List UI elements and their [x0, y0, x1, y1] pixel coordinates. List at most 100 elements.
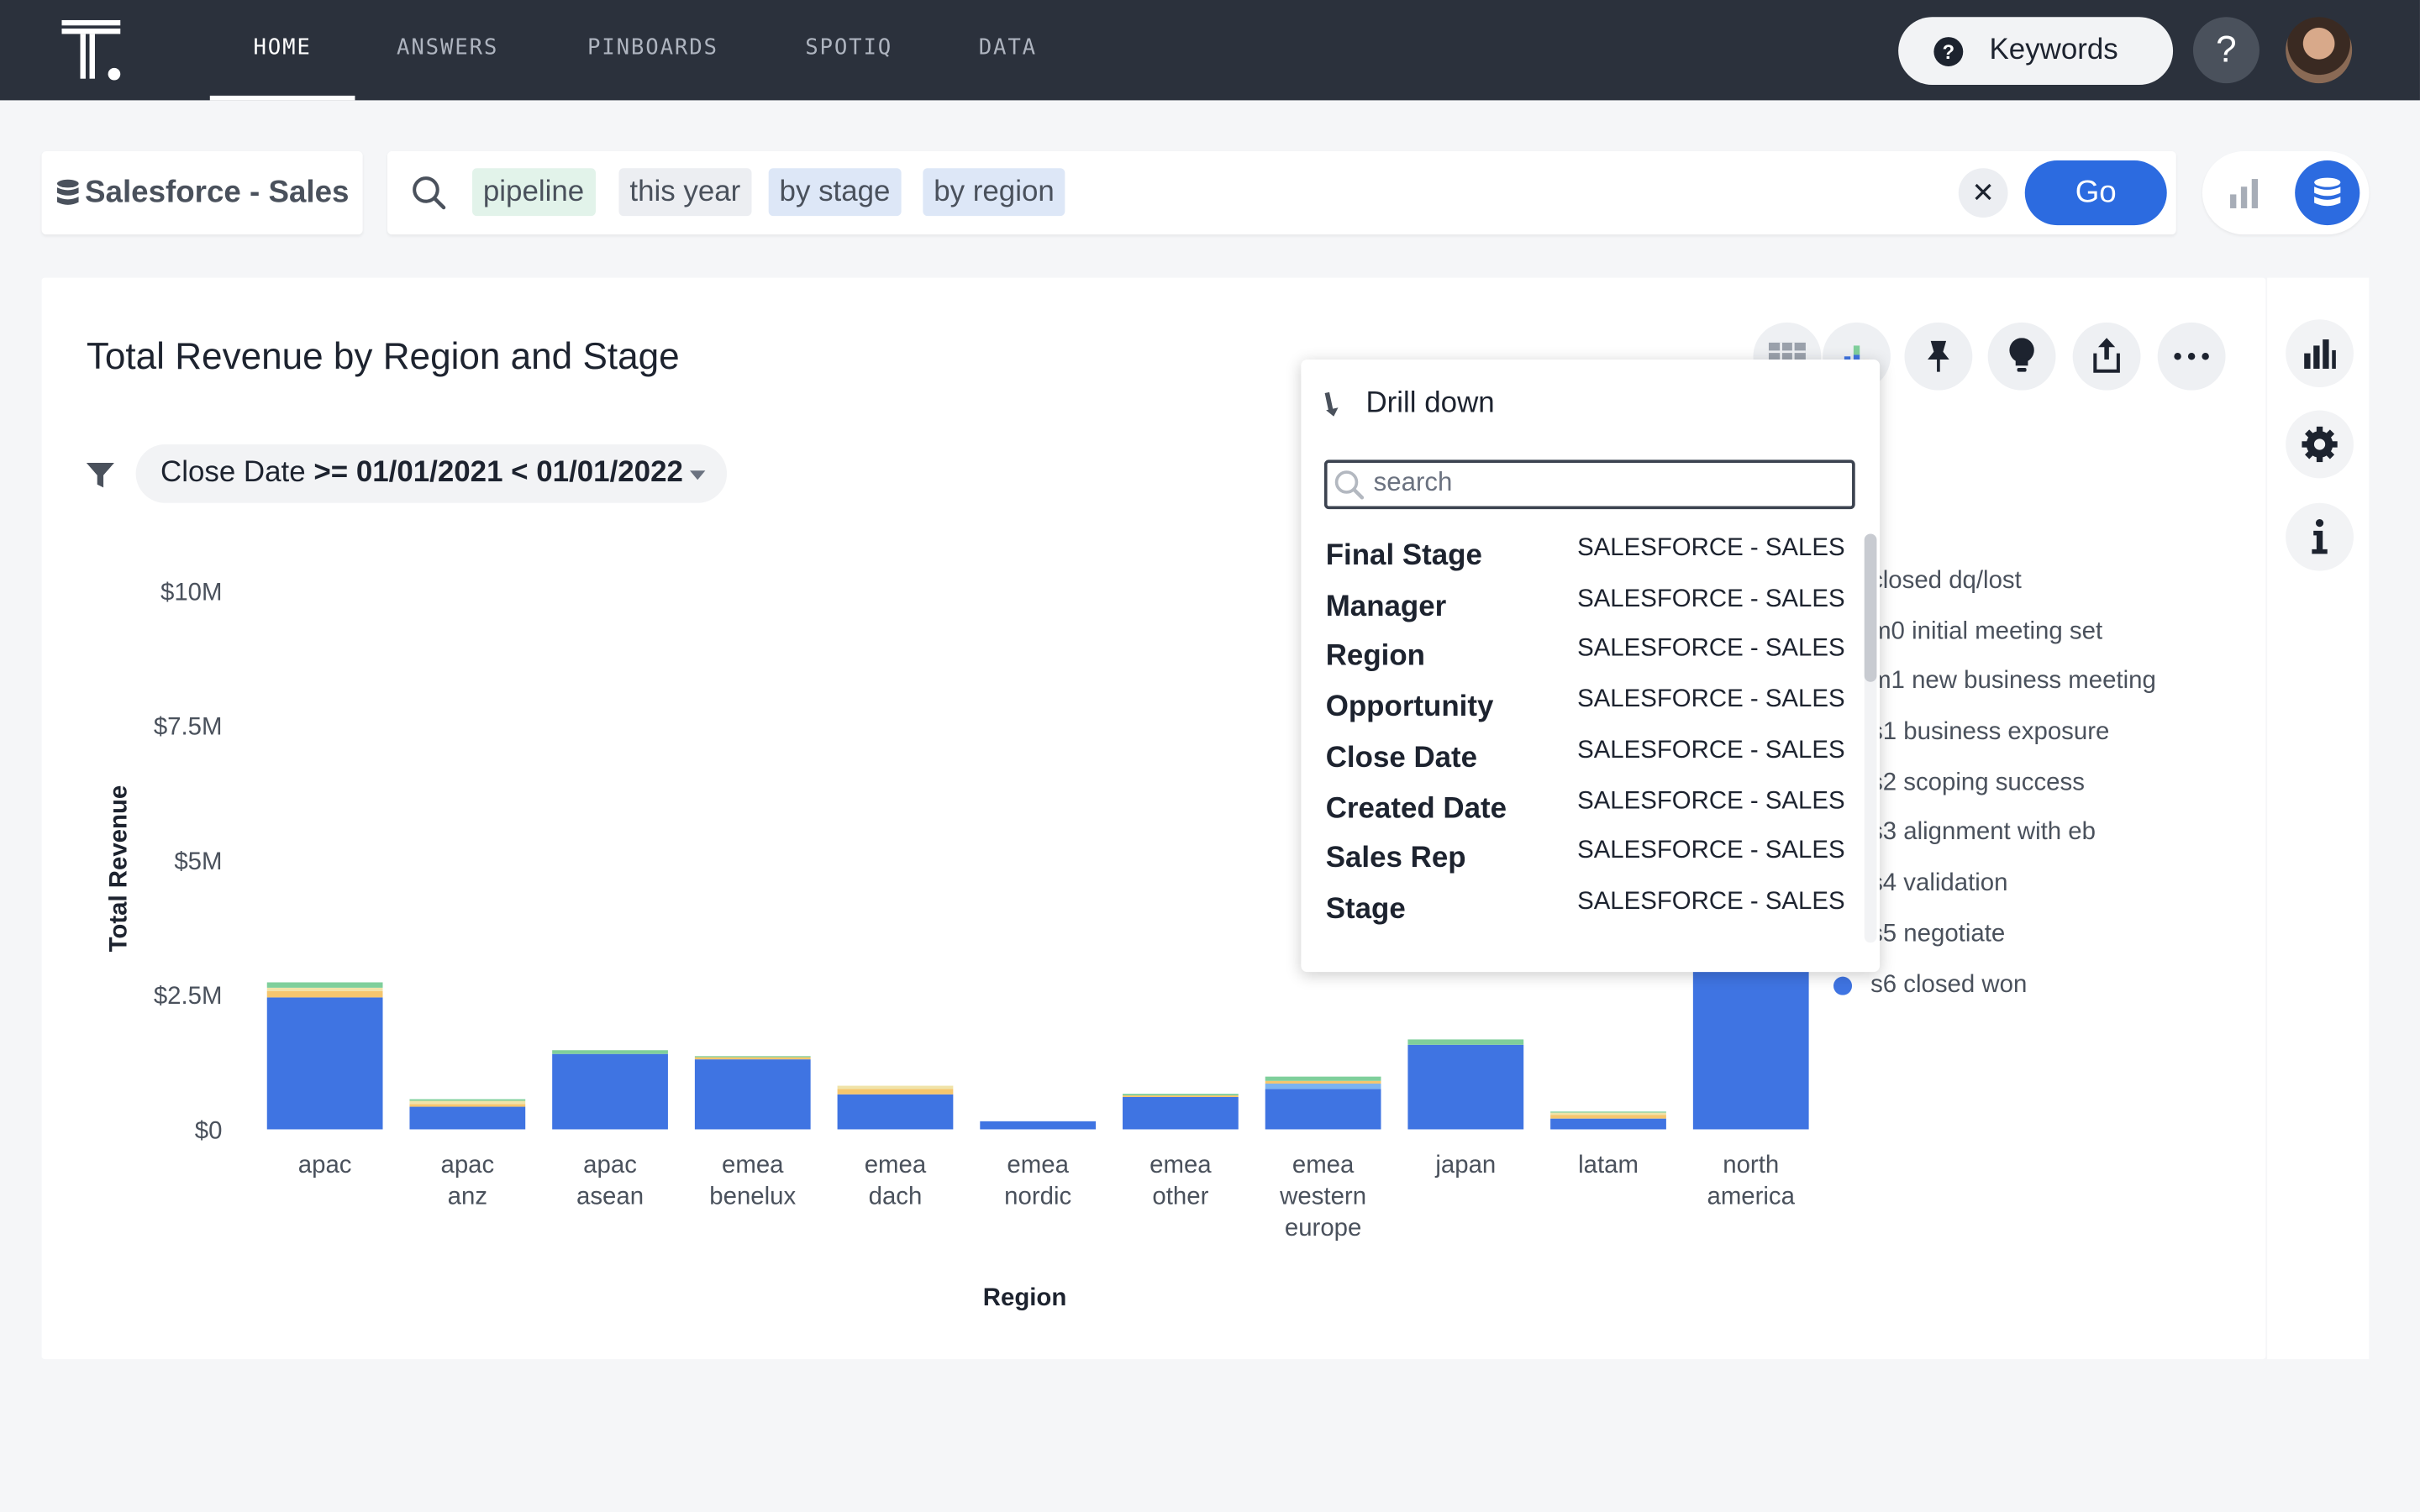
thoughtspot-logo[interactable] [61, 19, 123, 81]
x-tick-label: america [1707, 1183, 1795, 1210]
drill-down-item-source: SALESFORCE - SALES [1577, 636, 1845, 663]
bar-segment [1407, 1039, 1524, 1045]
bar-segment [1550, 1115, 1666, 1119]
drill-down-item-source: SALESFORCE - SALES [1577, 888, 1845, 915]
nav-home[interactable]: HOME [209, 0, 355, 101]
y-tick-label: $0 [195, 1116, 223, 1144]
chart-config-button[interactable] [2286, 319, 2354, 388]
y-tick-label: $10M [160, 578, 222, 606]
drill-down-item-source: SALESFORCE - SALES [1577, 737, 1845, 764]
bar-segment [1265, 1089, 1381, 1130]
legend-label: closed dq/lost [1870, 567, 2022, 595]
bar-segment [409, 1104, 526, 1107]
nav-data[interactable]: DATA [957, 0, 1059, 100]
bar-segment [1123, 1094, 1239, 1096]
nav-spotiq[interactable]: SPOTIQ [784, 0, 913, 100]
drill-down-search-input[interactable] [1373, 467, 1837, 499]
x-tick-label: western [1279, 1183, 1366, 1210]
pin-button[interactable] [1904, 322, 1973, 391]
ellipsis-icon [2174, 353, 2209, 360]
y-tick-label: $7.5M [154, 713, 223, 741]
legend-label: s2 scoping success [1870, 769, 2085, 796]
x-tick-label: dach [869, 1183, 923, 1210]
drill-down-item[interactable]: Stage SALESFORCE - SALES [1326, 887, 1850, 937]
clear-search-button[interactable]: ✕ [1958, 168, 2008, 218]
filter-chip-close-date[interactable]: Close Date >= 01/01/2021 < 01/01/2022 [135, 444, 727, 503]
settings-button[interactable] [2286, 410, 2354, 479]
drill-down-arrow-icon [1324, 391, 1339, 417]
bar-segment [1123, 1097, 1239, 1130]
x-tick-label: emea [865, 1151, 927, 1179]
x-tick-label: other [1152, 1183, 1208, 1210]
bar-segment [266, 997, 383, 1130]
question-circle-icon: ? [1933, 36, 1964, 66]
bar-segment [266, 982, 383, 988]
nav-answers[interactable]: ANSWERS [376, 0, 518, 100]
drill-down-item[interactable]: Created Date SALESFORCE - SALES [1326, 786, 1850, 836]
search-icon [413, 176, 446, 210]
go-button[interactable]: Go [2024, 160, 2167, 226]
drill-down-scrollbar[interactable] [1864, 533, 1877, 943]
drill-down-item[interactable]: Region SALESFORCE - SALES [1326, 635, 1850, 685]
answer-title[interactable]: Total Revenue by Region and Stage [87, 336, 680, 379]
bar-segment [1550, 1118, 1666, 1130]
drill-down-item-name: Opportunity [1325, 691, 1494, 724]
x-tick-label: apac [298, 1151, 352, 1179]
x-tick-label: north [1723, 1151, 1779, 1179]
help-button[interactable]: ? [2192, 17, 2260, 84]
bar-segment [266, 987, 383, 991]
bar-segment [694, 1059, 811, 1130]
drill-down-item-source: SALESFORCE - SALES [1577, 535, 1845, 562]
share-icon [2093, 338, 2120, 373]
bar-chart-icon[interactable] [2227, 177, 2260, 208]
search-token-by-region[interactable]: by region [923, 168, 1065, 217]
filter-condition: >= 01/01/2021 < 01/01/2022 [313, 456, 683, 490]
y-tick-label: $5M [174, 848, 222, 875]
gear-icon [2302, 426, 2338, 463]
spotiq-analyze-button[interactable] [1987, 322, 2056, 391]
drill-down-item-name: Stage [1325, 893, 1406, 926]
keywords-button[interactable]: ? Keywords [1898, 17, 2174, 86]
search-token-pipeline[interactable]: pipeline [472, 168, 596, 217]
drill-down-item-name: Manager [1325, 590, 1447, 623]
search-token-by-stage[interactable]: by stage [768, 168, 902, 217]
filter-field: Close Date [160, 456, 306, 490]
legend-label: s3 alignment with eb [1870, 820, 2096, 847]
drill-down-item-name: Created Date [1325, 792, 1507, 825]
drill-down-item[interactable]: Sales Rep SALESFORCE - SALES [1326, 837, 1850, 886]
x-tick-label: europe [1285, 1214, 1361, 1242]
bar-segment [694, 1056, 811, 1058]
drill-down-item-source: SALESFORCE - SALES [1577, 686, 1845, 713]
bar-segment [1550, 1111, 1666, 1113]
x-tick-label: apac [583, 1151, 637, 1179]
drill-down-item-name: Region [1325, 640, 1425, 674]
search-icon [1334, 470, 1365, 500]
drill-down-item[interactable]: Close Date SALESFORCE - SALES [1326, 736, 1850, 785]
data-view-button[interactable] [2295, 160, 2360, 226]
data-source-selector[interactable]: Salesforce - Sales [41, 150, 363, 235]
search-bar[interactable]: pipeline this year by stage by region ✕ … [387, 150, 2176, 235]
drill-down-header: Drill down [1323, 386, 1495, 423]
chevron-down-icon [689, 470, 705, 480]
drill-down-item[interactable]: Manager SALESFORCE - SALES [1326, 585, 1850, 634]
bar-segment [552, 1050, 668, 1054]
drill-down-item[interactable]: Final Stage SALESFORCE - SALES [1326, 533, 1850, 583]
top-nav: HOME ANSWERS PINBOARDS SPOTIQ DATA ? Key… [0, 0, 2420, 101]
scrollbar-thumb[interactable] [1864, 533, 1877, 682]
bar-segment [1550, 1112, 1666, 1116]
drill-down-item-name: Close Date [1325, 742, 1478, 774]
drill-down-search [1323, 459, 1855, 510]
view-toggle [2202, 150, 2370, 235]
more-options-button[interactable] [2157, 322, 2226, 391]
share-button[interactable] [2072, 322, 2141, 391]
x-tick-label: emea [722, 1151, 784, 1179]
user-avatar[interactable] [2286, 17, 2353, 84]
search-token-this-year[interactable]: this year [618, 168, 752, 217]
bar-segment [1407, 1044, 1524, 1130]
drill-down-item[interactable]: Opportunity SALESFORCE - SALES [1326, 685, 1850, 735]
info-button[interactable] [2286, 502, 2354, 571]
keywords-label: Keywords [1989, 34, 2118, 66]
bar-segment [1265, 1076, 1381, 1081]
nav-pinboards[interactable]: PINBOARDS [565, 0, 740, 100]
legend-label: s6 closed won [1870, 971, 2028, 998]
